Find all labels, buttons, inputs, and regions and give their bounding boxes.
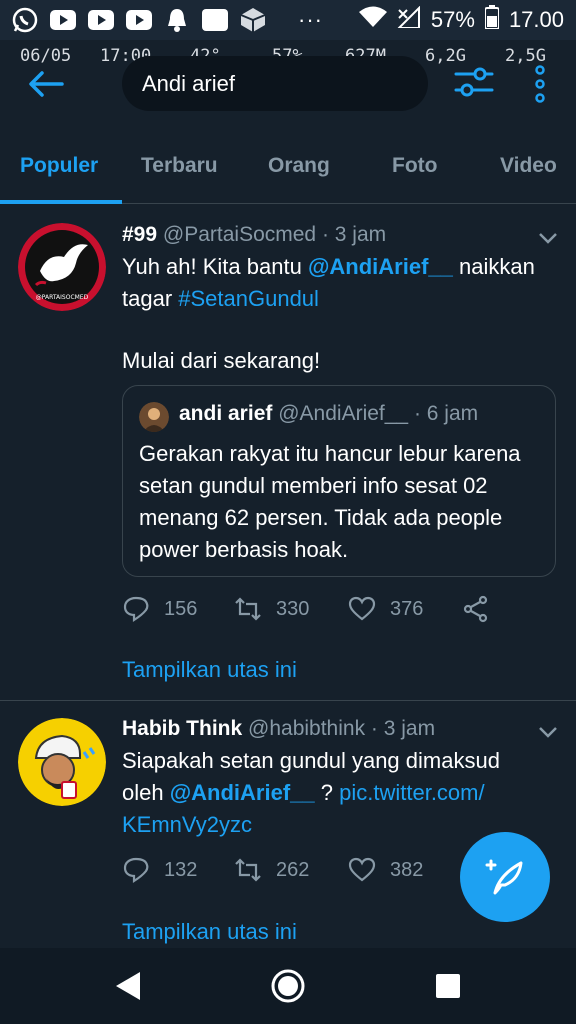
tab-video[interactable]: Video bbox=[500, 154, 557, 178]
filter-sliders-icon[interactable] bbox=[454, 62, 494, 102]
retweet-icon bbox=[235, 858, 261, 882]
nav-recents-icon[interactable] bbox=[436, 974, 460, 998]
clock: 17.00 bbox=[508, 7, 564, 32]
heart-icon bbox=[348, 857, 376, 882]
tweet-text-part: ? bbox=[314, 780, 340, 805]
search-tabs: Populer Terbaru Orang Foto Video bbox=[0, 132, 576, 204]
chevron-down-icon[interactable] bbox=[538, 725, 558, 739]
retweet-count: 262 bbox=[276, 858, 310, 881]
retweet-icon bbox=[235, 597, 261, 621]
tweet-text: Siapakah setan gundul yang dimaksud oleh… bbox=[122, 745, 522, 841]
youtube-icon bbox=[88, 7, 114, 33]
pic-link[interactable]: pic.twitter.com/ bbox=[339, 780, 484, 805]
signal-icon bbox=[396, 5, 421, 34]
like-count: 376 bbox=[390, 597, 424, 620]
tab-orang[interactable]: Orang bbox=[268, 154, 330, 178]
youtube-icon bbox=[50, 7, 76, 33]
tweet-header: Habib Think @habibthink · 3 jam bbox=[122, 717, 435, 741]
search-query: Andi arief bbox=[142, 70, 235, 96]
like-button[interactable]: 376 bbox=[348, 595, 423, 623]
app-cube-icon bbox=[240, 7, 266, 33]
search-input[interactable]: Andi arief bbox=[122, 56, 428, 111]
tweet-text: Yuh ah! Kita bantu @AndiArief__ naikkan … bbox=[122, 251, 562, 315]
nav-home-icon[interactable] bbox=[270, 968, 306, 1004]
monitor-date: 06/05 bbox=[20, 46, 72, 66]
mention-link[interactable]: @AndiArief__ bbox=[308, 254, 453, 279]
quoted-avatar[interactable] bbox=[139, 402, 169, 432]
compose-tweet-button[interactable] bbox=[460, 832, 550, 922]
author-name[interactable]: #99 bbox=[122, 223, 157, 246]
bell-icon bbox=[164, 7, 190, 33]
quoted-author-handle: @AndiArief__ bbox=[278, 402, 409, 425]
mention-link[interactable]: @AndiArief__ bbox=[170, 780, 315, 805]
battery-icon bbox=[483, 5, 500, 35]
more-notifications-icon: ··· bbox=[298, 7, 323, 32]
wifi-icon bbox=[358, 6, 387, 34]
tab-foto[interactable]: Foto bbox=[392, 154, 437, 178]
quoted-header: andi arief @AndiArief__ · 6 jam bbox=[179, 402, 478, 426]
heart-icon bbox=[348, 596, 376, 621]
quoted-author-name: andi arief bbox=[179, 402, 273, 425]
tweet-actions: 156 330 376 bbox=[122, 595, 562, 625]
pic-link[interactable]: KEmnVy2yzc bbox=[122, 812, 252, 837]
author-name[interactable]: Habib Think bbox=[122, 717, 242, 740]
tweet-time: · 3 jam bbox=[370, 717, 436, 740]
share-button[interactable] bbox=[462, 595, 490, 623]
show-thread-link[interactable]: Tampilkan utas ini bbox=[122, 919, 297, 945]
avatar-caption: @PARTAISOCMED bbox=[36, 294, 89, 301]
avatar[interactable] bbox=[18, 718, 106, 806]
system-navigation-bar bbox=[0, 948, 576, 1024]
tab-terbaru[interactable]: Terbaru bbox=[141, 154, 218, 178]
author-handle[interactable]: @habibthink bbox=[248, 717, 365, 740]
nav-back-icon[interactable] bbox=[112, 970, 144, 1002]
more-vertical-icon[interactable] bbox=[530, 64, 550, 104]
retweet-button[interactable]: 330 bbox=[234, 595, 309, 623]
whatsapp-icon bbox=[12, 7, 38, 33]
status-bar: ··· 57% 17.00 bbox=[0, 0, 576, 40]
retweet-count: 330 bbox=[276, 597, 310, 620]
quoted-text: Gerakan rakyat itu hancur lebur karena s… bbox=[139, 441, 521, 562]
tweet-time: · 3 jam bbox=[321, 223, 387, 246]
reply-icon bbox=[123, 857, 149, 883]
tweet-text-part: Yuh ah! Kita bantu bbox=[122, 254, 308, 279]
hashtag-link[interactable]: #SetanGundul bbox=[178, 286, 319, 311]
reply-button[interactable]: 132 bbox=[122, 856, 197, 884]
share-icon bbox=[463, 595, 488, 623]
quoted-time: · 6 jam bbox=[413, 402, 479, 425]
back-arrow-icon[interactable] bbox=[26, 64, 66, 104]
monitor-storage-2: 2,5G bbox=[505, 46, 546, 66]
like-button[interactable]: 382 bbox=[348, 856, 423, 884]
tab-populer[interactable]: Populer bbox=[20, 154, 98, 178]
show-thread-link[interactable]: Tampilkan utas ini bbox=[122, 657, 297, 683]
author-handle[interactable]: @PartaiSocmed bbox=[163, 223, 316, 246]
tweet-header: #99 @PartaiSocmed · 3 jam bbox=[122, 223, 386, 247]
reply-icon bbox=[123, 596, 149, 622]
compose-feather-icon bbox=[485, 859, 523, 895]
reply-button[interactable]: 156 bbox=[122, 595, 197, 623]
avatar[interactable]: @PARTAISOCMED bbox=[18, 223, 106, 311]
reply-count: 156 bbox=[164, 597, 198, 620]
active-tab-indicator bbox=[0, 200, 122, 204]
notification-square-icon bbox=[202, 9, 228, 31]
youtube-icon bbox=[126, 7, 152, 33]
tweet-text-line: Mulai dari sekarang! bbox=[122, 348, 321, 373]
reply-count: 132 bbox=[164, 858, 198, 881]
chevron-down-icon[interactable] bbox=[538, 231, 558, 245]
battery-percent: 57% bbox=[430, 7, 475, 32]
retweet-button[interactable]: 262 bbox=[234, 856, 309, 884]
like-count: 382 bbox=[390, 858, 424, 881]
tweet-card[interactable]: @PARTAISOCMED #99 @PartaiSocmed · 3 jam … bbox=[0, 205, 576, 700]
quoted-tweet[interactable]: andi arief @AndiArief__ · 6 jam Gerakan … bbox=[122, 385, 556, 577]
